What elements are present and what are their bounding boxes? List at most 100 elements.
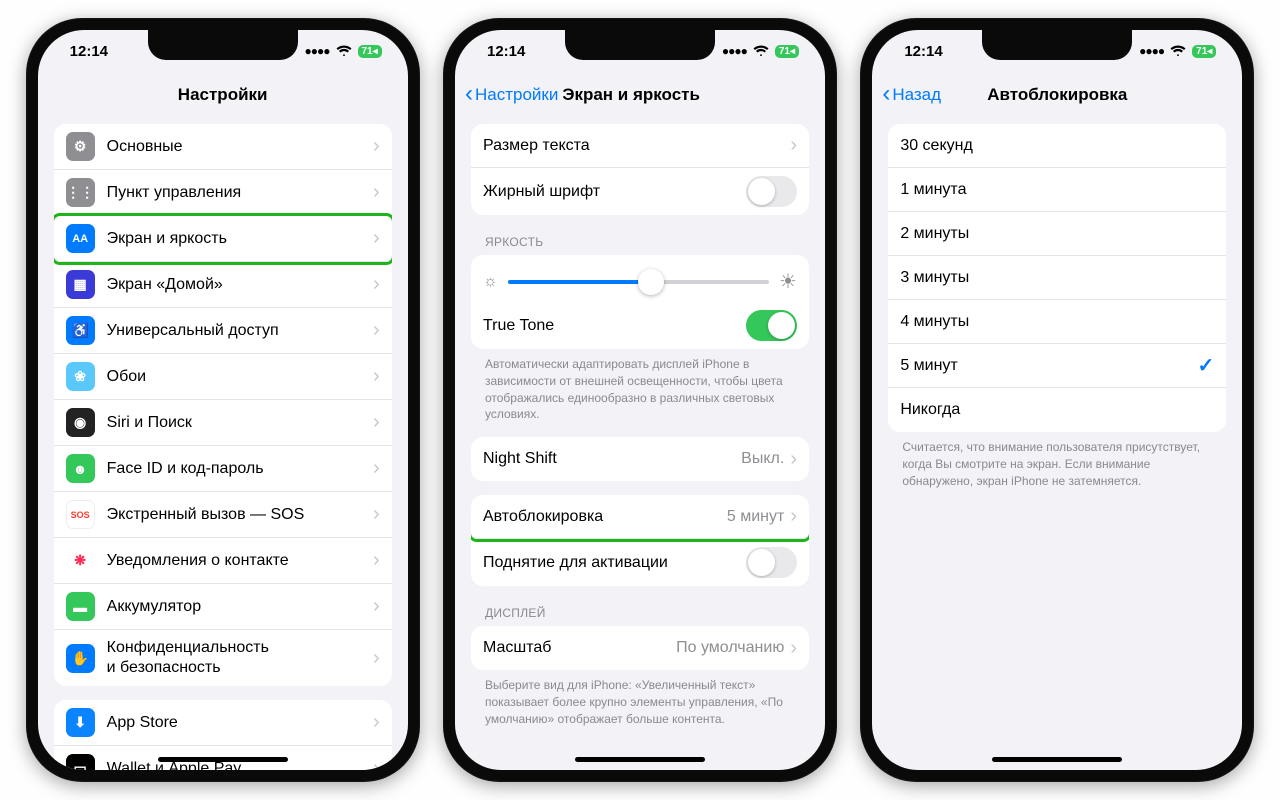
bold-text-toggle[interactable] xyxy=(746,176,797,207)
night-shift-row[interactable]: Night Shift Выкл. › xyxy=(471,437,809,481)
chevron-right-icon: › xyxy=(373,757,380,770)
chevron-right-icon: › xyxy=(373,273,380,296)
chevron-right-icon: › xyxy=(373,595,380,618)
page-title: Экран и яркость xyxy=(562,85,700,105)
home-indicator[interactable] xyxy=(158,757,288,762)
row-label: Face ID и код-пароль xyxy=(107,459,367,479)
row-label: Конфиденциальностьи безопасность xyxy=(107,638,367,678)
raise-to-wake-row[interactable]: Поднятие для активации xyxy=(471,539,809,586)
settings-list[interactable]: ⚙Основные›⋮⋮Пункт управления›AAЭкран и я… xyxy=(38,118,408,770)
settings-row-display[interactable]: AAЭкран и яркость› xyxy=(54,216,392,262)
settings-row-control-center[interactable]: ⋮⋮ Пункт управления › xyxy=(54,170,392,216)
brightness-header: ЯРКОСТЬ xyxy=(485,235,809,249)
chevron-right-icon: › xyxy=(373,503,380,526)
chevron-right-icon: › xyxy=(373,181,380,204)
option-label: 4 минуты xyxy=(900,312,1214,332)
back-button[interactable]: ‹ Настройки xyxy=(465,84,558,106)
chevron-right-icon: › xyxy=(373,365,380,388)
text-size-row[interactable]: Размер текста › xyxy=(471,124,809,168)
sun-small-icon: ☼ xyxy=(483,273,498,291)
autolock-option-4[interactable]: 4 минуты xyxy=(888,300,1226,344)
option-label: 1 минута xyxy=(900,180,1214,200)
page-title: Настройки xyxy=(38,85,408,105)
row-label: Экстренный вызов — SOS xyxy=(107,505,367,525)
chevron-right-icon: › xyxy=(373,647,380,670)
wifi-icon xyxy=(753,45,769,57)
phone-1: 12:14 ●●●● 71◂ Настройки ⚙Основные›⋮⋮Пун… xyxy=(26,18,420,782)
chevron-right-icon: › xyxy=(373,549,380,572)
option-label: 2 минуты xyxy=(900,224,1214,244)
display-header: ДИСПЛЕЙ xyxy=(485,606,809,620)
accessibility-icon: ♿ xyxy=(66,316,95,345)
autolock-option-1[interactable]: 1 минута xyxy=(888,168,1226,212)
wifi-icon xyxy=(336,45,352,57)
home-indicator[interactable] xyxy=(992,757,1122,762)
row-label: Уведомления о контакте xyxy=(107,551,367,571)
settings-row-wallpaper[interactable]: ❀Обои› xyxy=(54,354,392,400)
back-button[interactable]: ‹ Назад xyxy=(882,84,941,106)
option-label: 5 минут xyxy=(900,356,1197,376)
row-label: Основные xyxy=(107,137,367,157)
chevron-right-icon: › xyxy=(373,411,380,434)
signal-icon: ●●●● xyxy=(722,44,747,58)
battery-icon: 71◂ xyxy=(1192,45,1216,58)
display-zoom-footer: Выберите вид для iPhone: «Увеличенный те… xyxy=(485,677,797,727)
battery-icon: ▬ xyxy=(66,592,95,621)
wifi-icon xyxy=(1170,45,1186,57)
row-label: Аккумулятор xyxy=(107,597,367,617)
settings-row-privacy[interactable]: ✋Конфиденциальностьи безопасность› xyxy=(54,630,392,686)
autolock-option-2[interactable]: 2 минуты xyxy=(888,212,1226,256)
option-label: Никогда xyxy=(900,400,1214,420)
sos-icon: SOS xyxy=(66,500,95,529)
auto-lock-row[interactable]: Автоблокировка 5 минут › xyxy=(471,495,809,539)
chevron-right-icon: › xyxy=(790,637,797,660)
phone-2: 12:14 ●●●● 71◂ ‹ Настройки Экран и яркос… xyxy=(443,18,837,782)
settings-row-faceid[interactable]: ☻Face ID и код-пароль› xyxy=(54,446,392,492)
battery-icon: 71◂ xyxy=(358,45,382,58)
settings-row-general[interactable]: ⚙Основные› xyxy=(54,124,392,170)
autolock-option-0[interactable]: 30 секунд xyxy=(888,124,1226,168)
chevron-right-icon: › xyxy=(373,135,380,158)
brightness-slider[interactable] xyxy=(508,280,769,284)
status-time: 12:14 xyxy=(487,43,525,60)
raise-to-wake-toggle[interactable] xyxy=(746,547,797,578)
settings-row-siri[interactable]: ◉Siri и Поиск› xyxy=(54,400,392,446)
autolock-option-3[interactable]: 3 минуты xyxy=(888,256,1226,300)
nav-bar: Настройки xyxy=(38,72,408,118)
row-label: Универсальный доступ xyxy=(107,321,367,341)
autolock-option-5[interactable]: 5 минут✓ xyxy=(888,344,1226,388)
row-label: Экран «Домой» xyxy=(107,275,367,295)
settings-row-accessibility[interactable]: ♿ Универсальный доступ › xyxy=(54,308,392,354)
true-tone-footer: Автоматически адаптировать дисплей iPhon… xyxy=(485,356,797,423)
brightness-slider-row: ☼ ☀ xyxy=(471,255,809,302)
settings-row-appstore[interactable]: ⬇ App Store › xyxy=(54,700,392,746)
settings-row-sos[interactable]: SOS Экстренный вызов — SOS › xyxy=(54,492,392,538)
option-label: 3 минуты xyxy=(900,268,1214,288)
chevron-right-icon: › xyxy=(373,319,380,342)
status-time: 12:14 xyxy=(70,43,108,60)
chevron-right-icon: › xyxy=(373,711,380,734)
true-tone-toggle[interactable] xyxy=(746,310,797,341)
chevron-right-icon: › xyxy=(373,457,380,480)
true-tone-row[interactable]: True Tone xyxy=(471,302,809,349)
bold-text-row[interactable]: Жирный шрифт xyxy=(471,168,809,215)
row-label: Пункт управления xyxy=(107,183,367,203)
row-label: App Store xyxy=(107,713,367,733)
option-label: 30 секунд xyxy=(900,136,1214,156)
control-center-icon: ⋮⋮ xyxy=(66,178,95,207)
battery-icon: 71◂ xyxy=(775,45,799,58)
phone-3: 12:14 ●●●● 71◂ ‹ Назад Автоблокировка 30… xyxy=(860,18,1254,782)
settings-row-battery[interactable]: ▬ Аккумулятор › xyxy=(54,584,392,630)
autolock-option-6[interactable]: Никогда xyxy=(888,388,1226,432)
chevron-right-icon: › xyxy=(790,134,797,157)
signal-icon: ●●●● xyxy=(305,44,330,58)
notch xyxy=(982,30,1132,60)
home-indicator[interactable] xyxy=(575,757,705,762)
display-zoom-row[interactable]: Масштаб По умолчанию › xyxy=(471,626,809,670)
appstore-icon: ⬇ xyxy=(66,708,95,737)
chevron-left-icon: ‹ xyxy=(882,82,890,106)
settings-row-exposure[interactable]: ❋ Уведомления о контакте › xyxy=(54,538,392,584)
sun-large-icon: ☀ xyxy=(779,269,797,294)
settings-row-home-screen[interactable]: ▦Экран «Домой»› xyxy=(54,262,392,308)
exposure-icon: ❋ xyxy=(66,546,95,575)
